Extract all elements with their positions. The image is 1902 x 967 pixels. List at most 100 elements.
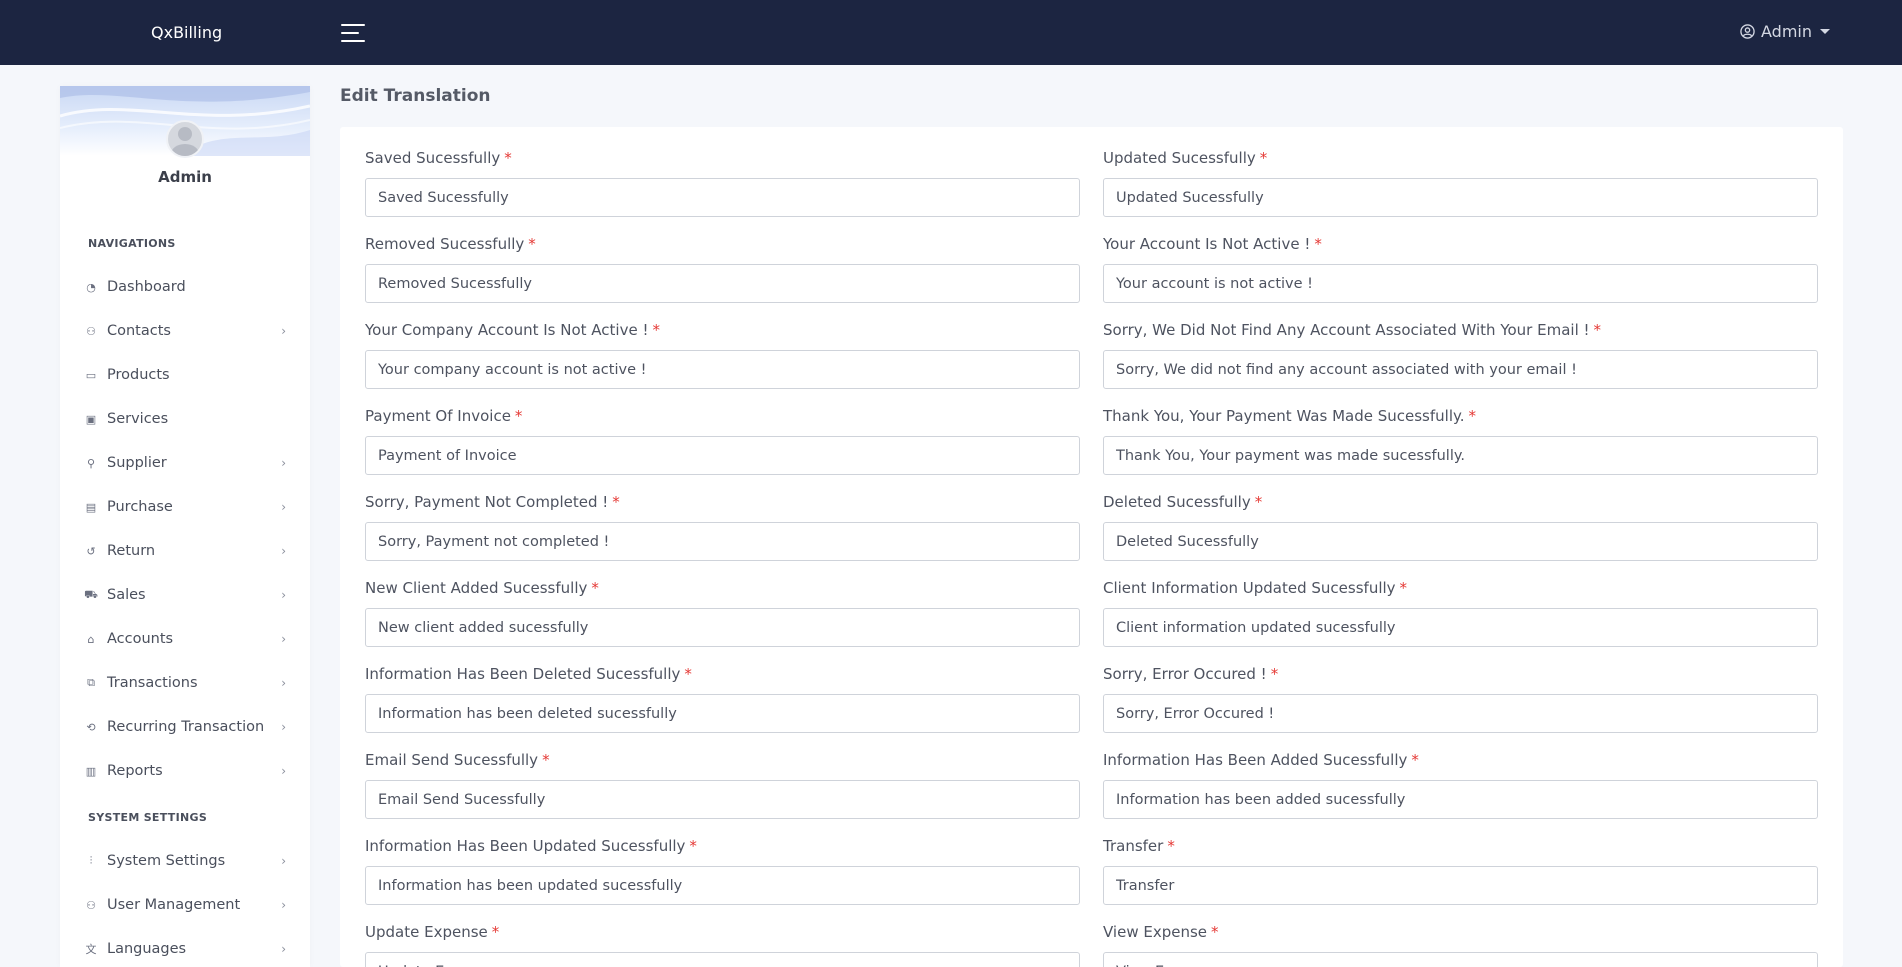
sidebar-item-contacts[interactable]: ⚇ Contacts › (84, 316, 286, 346)
field-label-text: Information Has Been Deleted Sucessfully (365, 665, 681, 683)
sidebar-item-transactions[interactable]: ⧉ Transactions › (84, 668, 286, 698)
translation-input[interactable] (1103, 350, 1818, 389)
sidebar-item-dashboard[interactable]: ◔ Dashboard (84, 272, 286, 302)
recurring-icon: ⟲ (86, 720, 96, 734)
required-asterisk: * (1411, 751, 1419, 769)
field-label: Email Send Sucessfully * (365, 751, 550, 769)
field-label: Your Account Is Not Active ! * (1103, 235, 1322, 253)
field-label-text: Thank You, Your Payment Was Made Sucessf… (1103, 407, 1465, 425)
field-label: Payment Of Invoice * (365, 407, 522, 425)
dashboard-icon: ◔ (86, 280, 96, 294)
translation-input[interactable] (1103, 694, 1818, 733)
required-asterisk: * (1314, 235, 1322, 253)
chevron-right-icon: › (281, 764, 286, 778)
translation-input[interactable] (365, 436, 1080, 475)
sidebar-item-label: Languages (107, 941, 187, 957)
required-asterisk: * (1593, 321, 1602, 339)
required-asterisk: * (504, 149, 512, 167)
required-asterisk: * (514, 407, 523, 425)
translation-input[interactable] (1103, 178, 1818, 217)
translation-input[interactable] (365, 350, 1080, 389)
field-label-text: Deleted Sucessfully (1103, 493, 1251, 511)
translation-input[interactable] (365, 694, 1080, 733)
sidebar-item-languages[interactable]: 文 Languages › (84, 934, 287, 964)
user-menu-label: Admin (1761, 22, 1812, 41)
page-title: Edit Translation (340, 86, 491, 106)
field-label-text: Updated Sucessfully (1103, 149, 1256, 167)
field-label: Sorry, Payment Not Completed ! * (365, 493, 620, 511)
field-label: New Client Added Sucessfully * (365, 579, 599, 597)
chevron-right-icon: › (281, 898, 286, 912)
sidebar-item-system-settings[interactable]: ⫶ System Settings › (84, 846, 286, 876)
menu-toggle-icon[interactable] (341, 24, 365, 42)
required-asterisk: * (1211, 923, 1219, 941)
translation-input[interactable] (1103, 436, 1818, 475)
chevron-right-icon: › (281, 854, 286, 868)
translation-input[interactable] (1103, 952, 1818, 967)
chevron-right-icon: › (281, 324, 286, 338)
avatar (166, 120, 204, 158)
sidebar-item-label: Products (107, 367, 170, 383)
translation-input[interactable] (365, 264, 1080, 303)
sidebar-item-services[interactable]: ▣ Services (84, 404, 286, 434)
field-label-text: Payment Of Invoice (365, 407, 511, 425)
required-asterisk: * (1270, 665, 1279, 683)
sidebar-item-supplier[interactable]: ⚲ Supplier › (84, 448, 286, 478)
translation-input[interactable] (1103, 522, 1818, 561)
translation-input[interactable] (365, 952, 1080, 967)
sidebar-item-sales[interactable]: ⛟ Sales › (84, 580, 286, 610)
translation-input[interactable] (365, 608, 1080, 647)
chevron-right-icon: › (281, 632, 286, 646)
field-label: Updated Sucessfully * (1103, 149, 1267, 167)
translation-input[interactable] (1103, 608, 1818, 647)
field-label-text: Sorry, Payment Not Completed ! (365, 493, 609, 511)
sidebar-item-return[interactable]: ↺ Return › (84, 536, 286, 566)
field-label-text: Transfer (1103, 837, 1164, 855)
system-section-heading: SYSTEM SETTINGS (88, 811, 208, 824)
user-menu-dropdown[interactable]: Admin (1740, 22, 1830, 41)
sidebar-item-reports[interactable]: ▥ Reports › (84, 756, 286, 786)
field-label-text: Your Account Is Not Active ! (1103, 235, 1311, 253)
translation-input[interactable] (1103, 780, 1818, 819)
sidebar-item-label: User Management (107, 897, 241, 913)
sidebar: Admin NAVIGATIONS ◔ Dashboard ⚇ Contacts… (60, 86, 310, 967)
cart-icon: ⛟ (84, 587, 98, 601)
field-label: Removed Sucessfully * (365, 235, 536, 253)
chevron-right-icon: › (281, 942, 286, 956)
sidebar-item-label: Services (107, 411, 169, 427)
translation-input[interactable] (365, 780, 1080, 819)
field-label-text: Information Has Been Updated Sucessfully (365, 837, 686, 855)
chevron-right-icon: › (281, 676, 286, 690)
return-icon: ↺ (86, 544, 96, 558)
field-label: Sorry, We Did Not Find Any Account Assoc… (1103, 321, 1601, 339)
users-icon: ⚇ (86, 898, 96, 912)
services-icon: ▣ (85, 412, 97, 426)
sidebar-item-label: Contacts (107, 323, 171, 339)
translation-input[interactable] (365, 866, 1080, 905)
sidebar-item-purchase[interactable]: ▤ Purchase › (84, 492, 286, 522)
brand-logo-text[interactable]: QxBilling (151, 23, 222, 42)
field-label-text: Removed Sucessfully (365, 235, 525, 253)
field-label-text: Saved Sucessfully (365, 149, 501, 167)
field-label: Information Has Been Added Sucessfully * (1103, 751, 1419, 769)
field-label-text: View Expense (1103, 923, 1208, 941)
translation-input[interactable] (1103, 264, 1818, 303)
sidebar-item-products[interactable]: ▭ Products (84, 360, 286, 390)
translation-input[interactable] (365, 522, 1080, 561)
sidebar-item-label: Dashboard (107, 279, 186, 295)
required-asterisk: * (1399, 579, 1408, 597)
field-label: Information Has Been Updated Sucessfully… (365, 837, 697, 855)
translation-input[interactable] (1103, 866, 1818, 905)
sidebar-item-user-management[interactable]: ⚇ User Management › (84, 890, 286, 920)
field-label: Your Company Account Is Not Active ! * (365, 321, 660, 339)
sidebar-item-recurring-transaction[interactable]: ⟲ Recurring Transaction › (84, 712, 286, 742)
required-asterisk: * (689, 837, 697, 855)
field-label: View Expense * (1103, 923, 1219, 941)
chevron-right-icon: › (281, 544, 286, 558)
field-label: Sorry, Error Occured ! * (1103, 665, 1278, 683)
sidebar-item-label: Supplier (107, 455, 167, 471)
sidebar-item-label: Return (107, 543, 156, 559)
required-asterisk: * (1254, 493, 1263, 511)
sidebar-item-accounts[interactable]: ⌂ Accounts › (84, 624, 287, 654)
translation-input[interactable] (365, 178, 1080, 217)
